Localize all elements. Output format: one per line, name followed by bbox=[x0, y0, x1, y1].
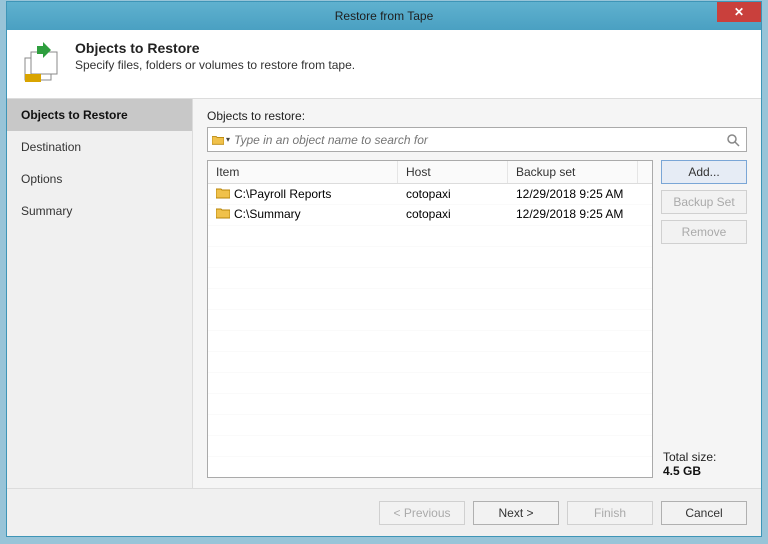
column-host[interactable]: Host bbox=[398, 161, 508, 183]
close-icon: ✕ bbox=[734, 5, 744, 19]
search-icon[interactable] bbox=[724, 133, 742, 147]
dialog-window: Restore from Tape ✕ Objects to Restore S… bbox=[6, 1, 762, 537]
table-row[interactable]: C:\Payroll Reports cotopaxi 12/29/2018 9… bbox=[208, 184, 652, 204]
content-row: Item Host Backup set C:\Payroll Reports … bbox=[207, 160, 747, 478]
wizard-body: Objects to Restore Destination Options S… bbox=[7, 99, 761, 488]
main-panel: Objects to restore: ▾ Item Host Backup s… bbox=[193, 99, 761, 488]
backup-set-button[interactable]: Backup Set bbox=[661, 190, 747, 214]
wizard-footer: < Previous Next > Finish Cancel bbox=[7, 488, 761, 536]
search-row: ▾ bbox=[207, 127, 747, 152]
close-button[interactable]: ✕ bbox=[717, 2, 761, 22]
cancel-button[interactable]: Cancel bbox=[661, 501, 747, 525]
wizard-header: Objects to Restore Specify files, folder… bbox=[7, 30, 761, 99]
step-destination[interactable]: Destination bbox=[7, 131, 192, 163]
row-host: cotopaxi bbox=[398, 187, 508, 201]
wizard-steps: Objects to Restore Destination Options S… bbox=[7, 99, 193, 488]
step-summary[interactable]: Summary bbox=[7, 195, 192, 227]
objects-table: Item Host Backup set C:\Payroll Reports … bbox=[207, 160, 653, 478]
table-row[interactable]: C:\Summary cotopaxi 12/29/2018 9:25 AM bbox=[208, 204, 652, 224]
total-size: Total size: 4.5 GB bbox=[661, 450, 747, 478]
folder-icon bbox=[216, 187, 230, 202]
total-label: Total size: bbox=[663, 450, 747, 464]
column-item[interactable]: Item bbox=[208, 161, 398, 183]
folder-dropdown-icon[interactable]: ▾ bbox=[212, 134, 230, 146]
objects-label: Objects to restore: bbox=[207, 109, 747, 123]
finish-button[interactable]: Finish bbox=[567, 501, 653, 525]
total-value: 4.5 GB bbox=[663, 464, 747, 478]
window-title: Restore from Tape bbox=[335, 9, 434, 23]
add-button[interactable]: Add... bbox=[661, 160, 747, 184]
row-host: cotopaxi bbox=[398, 207, 508, 221]
column-backup-set[interactable]: Backup set bbox=[508, 161, 638, 183]
page-subtitle: Specify files, folders or volumes to res… bbox=[75, 58, 355, 72]
row-set: 12/29/2018 9:25 AM bbox=[508, 207, 638, 221]
row-item: C:\Payroll Reports bbox=[234, 187, 331, 201]
row-set: 12/29/2018 9:25 AM bbox=[508, 187, 638, 201]
page-title: Objects to Restore bbox=[75, 40, 355, 56]
step-options[interactable]: Options bbox=[7, 163, 192, 195]
titlebar: Restore from Tape ✕ bbox=[7, 2, 761, 30]
search-input[interactable] bbox=[230, 133, 724, 147]
table-header: Item Host Backup set bbox=[208, 161, 652, 184]
folder-icon bbox=[216, 207, 230, 222]
next-button[interactable]: Next > bbox=[473, 501, 559, 525]
previous-button[interactable]: < Previous bbox=[379, 501, 465, 525]
restore-icon bbox=[21, 40, 65, 84]
table-body: C:\Payroll Reports cotopaxi 12/29/2018 9… bbox=[208, 184, 652, 477]
side-buttons: Add... Backup Set Remove Total size: 4.5… bbox=[661, 160, 747, 478]
remove-button[interactable]: Remove bbox=[661, 220, 747, 244]
step-objects-to-restore[interactable]: Objects to Restore bbox=[7, 99, 192, 131]
row-item: C:\Summary bbox=[234, 207, 301, 221]
